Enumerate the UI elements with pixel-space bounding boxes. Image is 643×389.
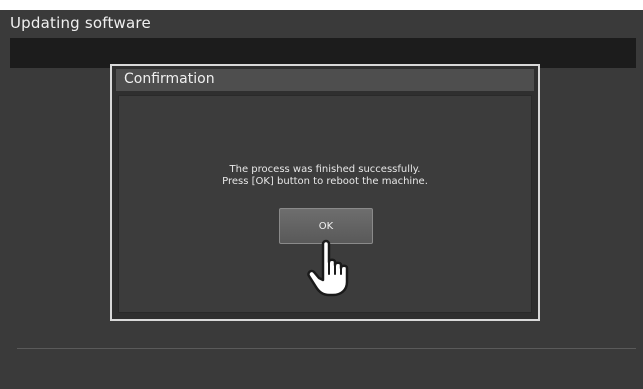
- hand-pointer-icon: [307, 239, 349, 297]
- message-line-2: Press [OK] button to reboot the machine.: [222, 176, 428, 187]
- message-line-1: The process was finished successfully.: [229, 164, 421, 175]
- footer-divider: [17, 348, 636, 349]
- dialog-message: The process was finished successfully. P…: [119, 164, 531, 188]
- dialog-title: Confirmation: [124, 71, 215, 87]
- dialog-title-bar: Confirmation: [116, 69, 534, 91]
- screen-title: Updating software: [10, 14, 151, 32]
